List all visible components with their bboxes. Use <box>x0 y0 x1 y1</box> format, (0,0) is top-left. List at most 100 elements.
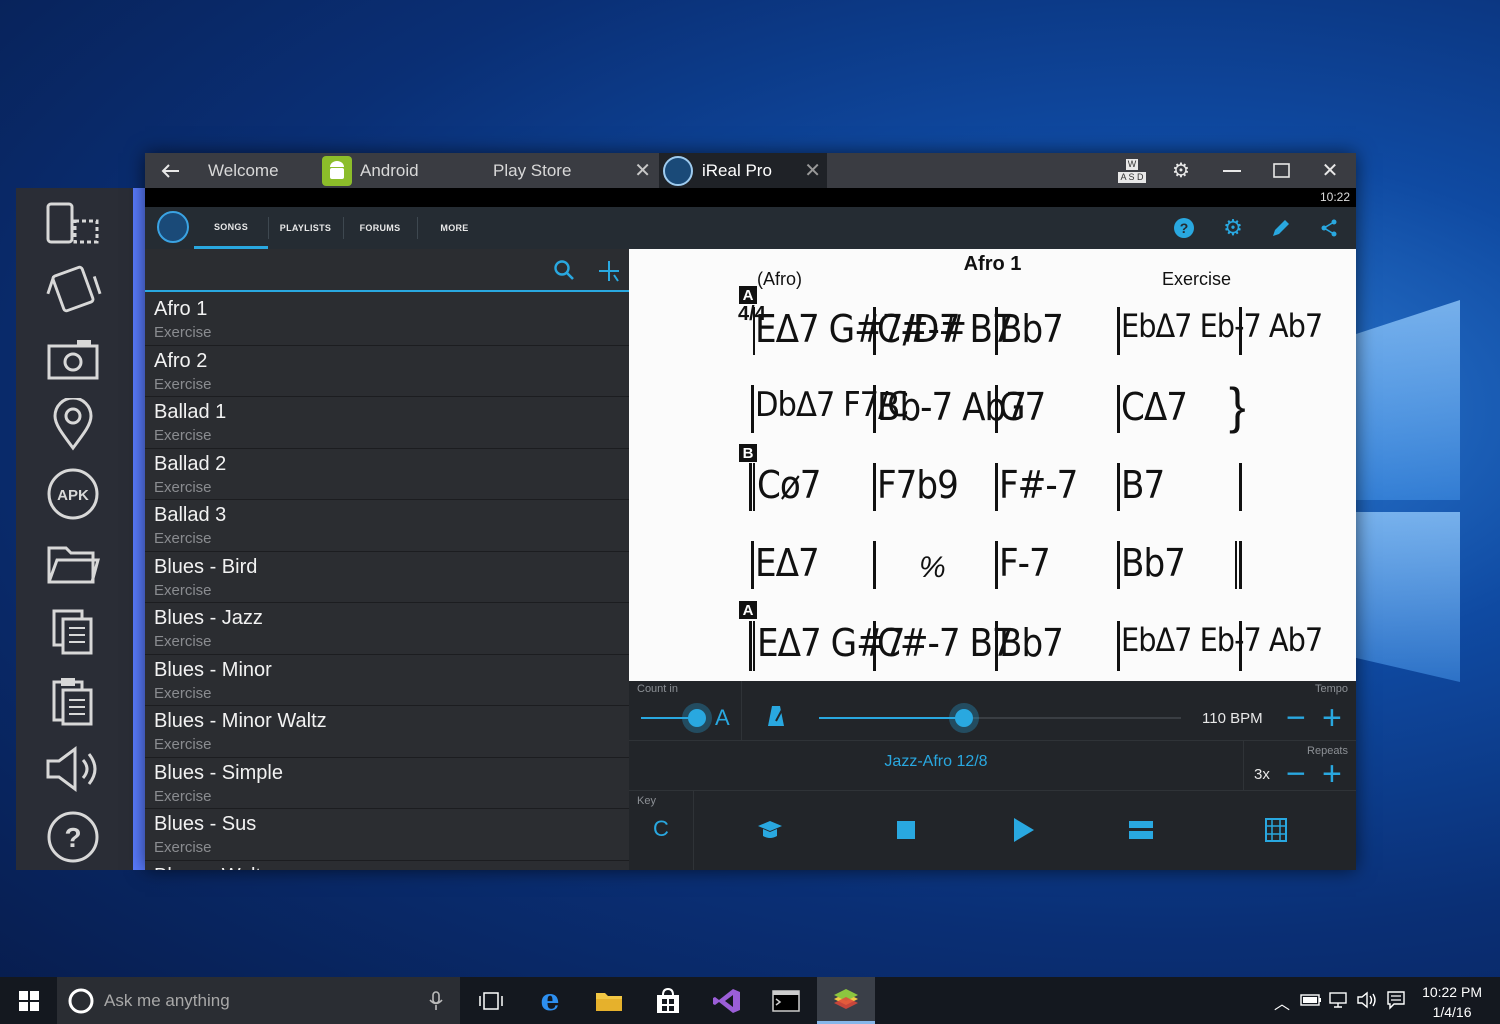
back-icon[interactable] <box>155 153 185 188</box>
microphone-icon[interactable] <box>429 991 443 1011</box>
list-item[interactable]: Afro 2 Exercise <box>145 346 629 397</box>
volume-icon[interactable] <box>44 740 102 798</box>
tab-ireal-pro[interactable]: iReal Pro ✕ <box>659 153 827 188</box>
android-status-bar: 10:22 <box>145 188 1356 207</box>
chord: B7 <box>1121 463 1165 507</box>
apk-icon[interactable]: APK <box>44 465 102 523</box>
play-button[interactable] <box>1013 817 1035 848</box>
tab-forums[interactable]: FORUMS <box>344 207 416 249</box>
store-icon[interactable] <box>639 977 697 1024</box>
command-prompt-icon[interactable] <box>757 977 815 1024</box>
tab-welcome-label: Welcome <box>208 160 279 180</box>
keymapping-icon[interactable]: W A S D <box>1110 153 1154 188</box>
tempo-slider-knob[interactable] <box>954 709 973 727</box>
list-item[interactable]: Blues - Bird Exercise <box>145 552 629 603</box>
close-window-icon[interactable]: ✕ <box>1311 153 1349 188</box>
visual-studio-icon[interactable] <box>698 977 756 1024</box>
tab-playlists[interactable]: PLAYLISTS <box>269 207 342 249</box>
share-icon[interactable] <box>1316 215 1342 241</box>
file-explorer-icon[interactable] <box>580 977 638 1024</box>
list-item[interactable]: Ballad 1 Exercise <box>145 397 629 449</box>
chord: EbΔ7 Eb-7 Ab7 <box>1121 307 1323 345</box>
tab-welcome[interactable]: Welcome <box>195 153 315 188</box>
network-icon[interactable] <box>1328 991 1350 1009</box>
list-item[interactable]: Ballad 2 Exercise <box>145 449 629 500</box>
maximize-icon[interactable] <box>1262 153 1300 188</box>
edge-browser-icon[interactable]: e <box>521 977 579 1024</box>
song-title: Afro 2 <box>154 349 208 372</box>
tab-more[interactable]: MORE <box>418 207 491 249</box>
list-item[interactable]: Blues - Simple Exercise <box>145 758 629 809</box>
taskbar-clock[interactable]: 10:22 PM 1/4/16 <box>1422 982 1482 1022</box>
task-view-icon[interactable] <box>462 977 520 1024</box>
paste-icon[interactable] <box>44 673 102 731</box>
settings-gear-icon[interactable]: ⚙ <box>1163 153 1199 188</box>
tempo-increase-button[interactable]: + <box>1322 701 1342 735</box>
section-marker-a: A <box>739 286 757 304</box>
chord: Bb7 <box>999 621 1064 665</box>
chord: Cø7 <box>757 463 822 507</box>
song-title: Blues - Jazz <box>154 607 263 629</box>
list-item[interactable]: Ballad 3 Exercise <box>145 500 629 552</box>
rotate-screen-icon[interactable] <box>44 194 102 252</box>
tab-ireal-pro-label: iReal Pro <box>702 160 772 180</box>
action-center-icon[interactable] <box>1386 990 1406 1010</box>
count-in-slider-knob[interactable] <box>688 709 706 727</box>
help-icon[interactable]: ? <box>1171 215 1197 241</box>
list-item[interactable]: Blues - Minor Waltz Exercise <box>145 706 629 758</box>
close-tab-icon[interactable]: ✕ <box>634 158 651 183</box>
camera-icon[interactable] <box>44 330 102 388</box>
style-name[interactable]: Jazz-Afro 12/8 <box>629 753 1243 771</box>
search-icon[interactable] <box>553 259 575 286</box>
barline <box>873 541 876 589</box>
song-title: Blues - Minor <box>154 658 272 681</box>
bluestacks-taskbar-icon[interactable] <box>817 977 875 1024</box>
battery-icon[interactable] <box>1300 994 1322 1006</box>
song-title: Ballad 1 <box>154 401 227 423</box>
key-value[interactable]: C <box>653 816 669 842</box>
mixer-icon[interactable] <box>1129 821 1153 844</box>
location-icon[interactable] <box>44 396 102 454</box>
cortana-search-box[interactable]: Ask me anything <box>57 977 460 1024</box>
help-icon[interactable]: ? <box>44 808 102 866</box>
app-header: SONGS PLAYLISTS FORUMS MORE ? ⚙ <box>145 207 1356 249</box>
copy-icon[interactable] <box>44 603 102 661</box>
close-tab-icon[interactable]: ✕ <box>804 158 821 183</box>
metronome-icon[interactable] <box>767 705 785 732</box>
practice-mode-icon[interactable] <box>757 819 783 846</box>
stop-button[interactable] <box>897 821 915 839</box>
folder-icon[interactable] <box>44 535 102 593</box>
song-subtitle: Exercise <box>154 839 212 856</box>
list-item[interactable]: Afro 1 Exercise <box>145 294 629 346</box>
chord-diagram-icon[interactable] <box>1265 818 1287 847</box>
list-item[interactable]: Blues - Jazz Exercise <box>145 603 629 655</box>
chord: G7 <box>999 385 1046 429</box>
ireal-logo[interactable] <box>157 211 189 243</box>
edit-pencil-icon[interactable] <box>1268 215 1294 241</box>
chevron-up-icon[interactable]: ︿ <box>1274 990 1290 1014</box>
tab-play-store[interactable]: Play Store ✕ <box>487 153 657 188</box>
windows-logo-light <box>1350 300 1460 682</box>
repeats-increase-button[interactable]: + <box>1322 757 1342 791</box>
start-windows-icon[interactable] <box>0 977 57 1024</box>
speaker-icon[interactable] <box>1356 991 1378 1009</box>
tab-android[interactable]: Android <box>318 153 484 188</box>
add-song-icon[interactable] <box>597 259 621 288</box>
repeat-measure-symbol: % <box>919 551 946 584</box>
chord: F-7 <box>999 541 1051 585</box>
minimize-icon[interactable] <box>1213 153 1251 188</box>
tab-android-label: Android <box>360 160 419 180</box>
barline <box>749 621 752 671</box>
repeats-decrease-button[interactable]: − <box>1286 757 1306 791</box>
tempo-value: 110 BPM <box>1202 710 1263 727</box>
song-subtitle: Exercise <box>154 581 212 599</box>
song-title: Ballad 3 <box>154 504 227 526</box>
barline <box>1117 385 1120 433</box>
tempo-decrease-button[interactable]: − <box>1286 701 1306 735</box>
tab-songs[interactable]: SONGS <box>194 207 268 249</box>
list-item[interactable]: Blues - Waltz <box>145 861 629 871</box>
list-item[interactable]: Blues - Sus Exercise <box>145 809 629 861</box>
shake-icon[interactable] <box>44 260 102 318</box>
list-item[interactable]: Blues - Minor Exercise <box>145 655 629 706</box>
settings-icon[interactable]: ⚙ <box>1220 215 1246 241</box>
